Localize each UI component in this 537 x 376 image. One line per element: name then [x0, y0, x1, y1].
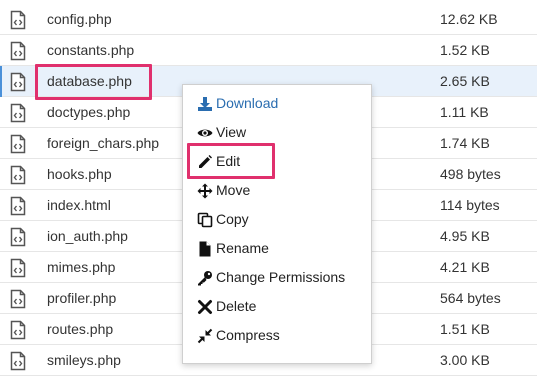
file-icon — [199, 241, 211, 257]
menu-item-change-permissions[interactable]: Change Permissions — [183, 263, 371, 292]
file-name: routes.php — [47, 321, 114, 337]
code-file-icon — [10, 351, 26, 371]
file-size: 1.74 KB — [440, 135, 490, 151]
close-icon — [198, 300, 212, 314]
eye-icon — [197, 129, 213, 137]
file-name: profiler.php — [47, 290, 117, 306]
file-name: smileys.php — [47, 352, 121, 368]
code-file-icon — [10, 227, 26, 247]
code-file-icon — [10, 289, 26, 309]
file-size: 12.62 KB — [440, 11, 498, 27]
file-row-config[interactable]: config.php 12.62 KB — [0, 4, 537, 35]
file-name: ion_auth.php — [47, 228, 128, 244]
code-file-icon — [10, 258, 26, 278]
file-size: 1.52 KB — [440, 42, 490, 58]
menu-item-label: Delete — [216, 298, 257, 314]
file-name: hooks.php — [47, 166, 112, 182]
menu-item-label: View — [216, 124, 247, 140]
menu-item-label: Change Permissions — [216, 269, 346, 285]
file-size: 564 bytes — [440, 290, 501, 306]
file-size: 2.65 KB — [440, 73, 490, 89]
menu-item-move[interactable]: Move — [183, 176, 371, 205]
highlight-edit-item — [187, 143, 275, 179]
context-menu: Download View Edit Move Copy Rename Chan… — [182, 84, 372, 364]
file-name: foreign_chars.php — [47, 135, 160, 151]
key-icon — [198, 271, 212, 286]
code-file-icon — [10, 165, 26, 185]
code-file-icon — [10, 320, 26, 340]
file-size: 4.95 KB — [440, 228, 490, 244]
file-name: doctypes.php — [47, 104, 131, 120]
file-size: 498 bytes — [440, 166, 501, 182]
menu-item-label: Compress — [216, 327, 280, 343]
code-file-icon — [10, 10, 26, 30]
code-file-icon — [10, 41, 26, 61]
highlight-database-name — [35, 64, 152, 100]
menu-item-compress[interactable]: Compress — [183, 321, 371, 350]
code-file-icon — [10, 134, 26, 154]
copy-icon — [197, 212, 213, 228]
code-file-icon — [10, 103, 26, 123]
file-size: 4.21 KB — [440, 259, 490, 275]
file-size: 114 bytes — [440, 197, 500, 213]
file-size: 1.11 KB — [440, 104, 489, 120]
menu-item-download[interactable]: Download — [183, 89, 371, 118]
menu-item-copy[interactable]: Copy — [183, 205, 371, 234]
menu-item-label: Rename — [216, 240, 269, 256]
file-size: 1.51 KB — [440, 321, 490, 337]
code-file-icon — [10, 196, 26, 216]
selection-indicator — [0, 66, 2, 97]
file-name: config.php — [47, 11, 112, 27]
menu-item-label: Download — [216, 95, 279, 111]
file-name: mimes.php — [47, 259, 116, 275]
download-icon — [198, 97, 212, 111]
menu-item-label: Copy — [216, 211, 249, 227]
code-file-icon — [10, 72, 26, 92]
move-arrows-icon — [197, 183, 213, 199]
menu-item-label: Move — [216, 182, 251, 198]
file-name: index.html — [47, 197, 111, 213]
file-size: 3.00 KB — [440, 352, 490, 368]
file-row-constants[interactable]: constants.php 1.52 KB — [0, 35, 537, 66]
menu-item-rename[interactable]: Rename — [183, 234, 371, 263]
file-name: constants.php — [47, 42, 135, 58]
compress-icon — [197, 328, 213, 344]
menu-item-delete[interactable]: Delete — [183, 292, 371, 321]
